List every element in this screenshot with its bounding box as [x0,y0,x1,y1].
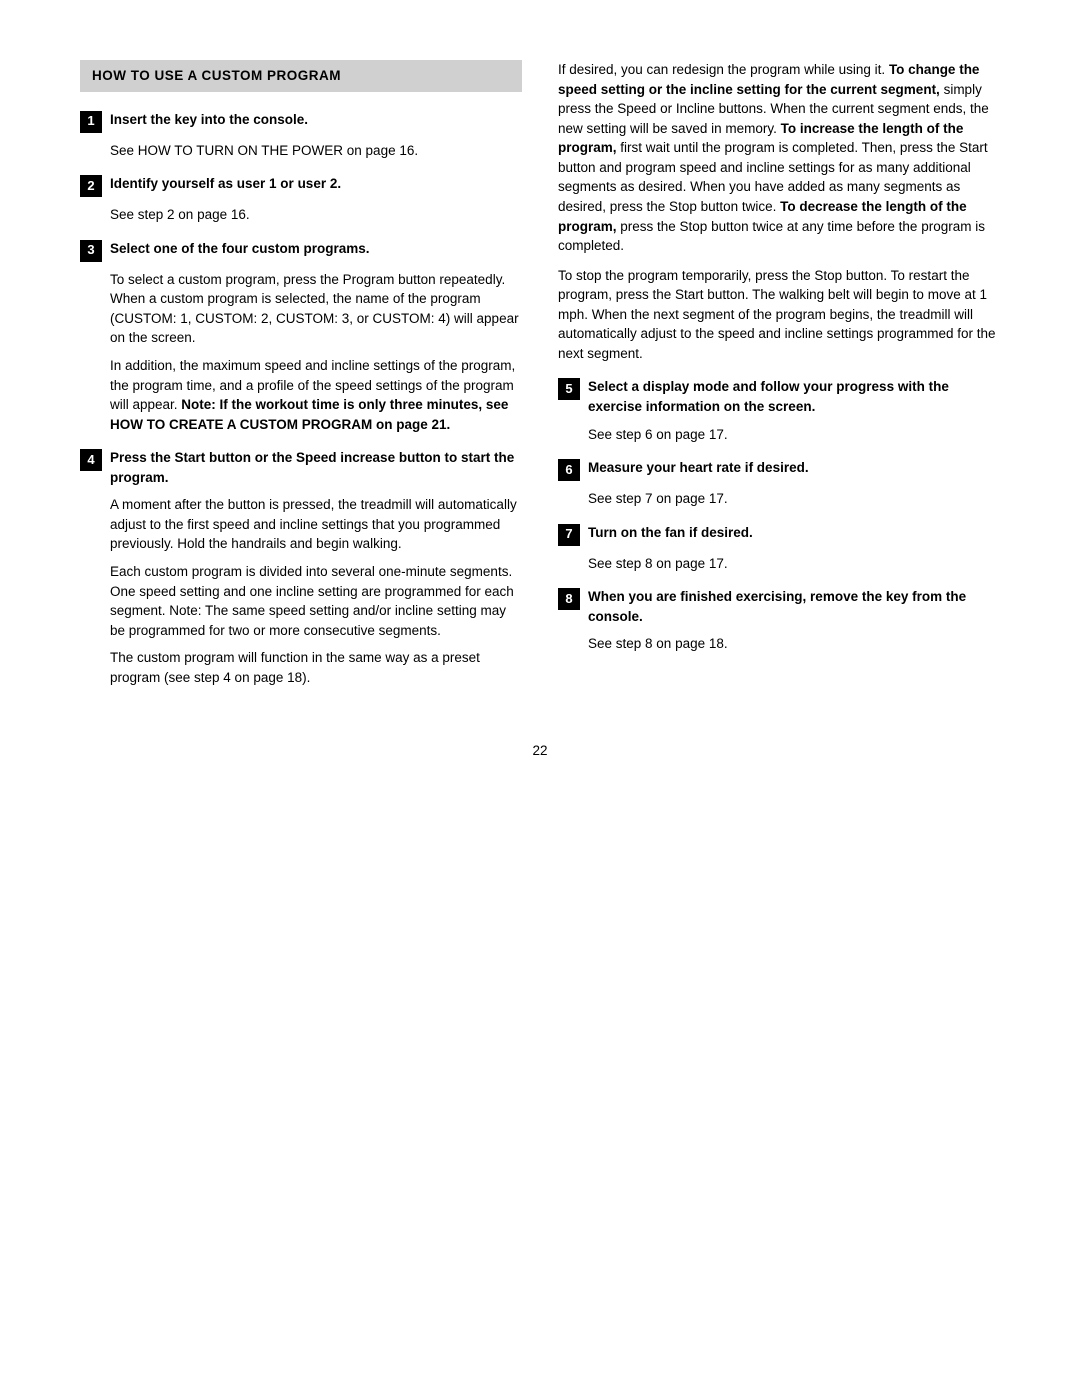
page-number: 22 [80,741,1000,761]
step-8-number: 8 [558,588,580,610]
right-intro-bold-2: To increase the length of the program, [558,121,963,156]
right-intro-bold-3: To decrease the length of the program, [558,199,967,234]
step-8-body: See step 8 on page 18. [588,634,1000,654]
step-3-text-2: In addition, the maximum speed and incli… [110,356,522,434]
right-intro-p1: If desired, you can redesign the program… [558,60,1000,256]
step-6-title: Measure your heart rate if desired. [588,458,809,478]
step-7-number: 7 [558,524,580,546]
step-3-header: 3 Select one of the four custom programs… [80,239,522,262]
step-3-bold-note: Note: If the workout time is only three … [110,397,508,432]
step-2-title: Identify yourself as user 1 or user 2. [110,174,341,194]
step-6-header: 6 Measure your heart rate if desired. [558,458,1000,481]
step-1-number: 1 [80,111,102,133]
step-2-text: See step 2 on page 16. [110,205,522,225]
step-4-number: 4 [80,449,102,471]
step-6-body: See step 7 on page 17. [588,489,1000,509]
step-4-body: A moment after the button is pressed, th… [110,495,522,687]
step-5-body: See step 6 on page 17. [588,425,1000,445]
step-3-body: To select a custom program, press the Pr… [110,270,522,435]
step-4-text-1: A moment after the button is pressed, th… [110,495,522,554]
step-5-text: See step 6 on page 17. [588,425,1000,445]
section-header: HOW TO USE A CUSTOM PROGRAM [80,60,522,92]
step-3-title: Select one of the four custom programs. [110,239,370,259]
right-intro-bold-1: To change the speed setting or the in­cl… [558,62,979,97]
right-column: If desired, you can redesign the program… [558,60,1000,701]
step-1-title: Insert the key into the console. [110,110,308,130]
page: HOW TO USE A CUSTOM PROGRAM 1 Insert the… [0,0,1080,1397]
step-3-text-1: To select a custom program, press the Pr… [110,270,522,348]
step-7-header: 7 Turn on the fan if desired. [558,523,1000,546]
two-column-layout: HOW TO USE A CUSTOM PROGRAM 1 Insert the… [80,60,1000,701]
step-8-header: 8 When you are finished exercising, remo… [558,587,1000,626]
left-column: HOW TO USE A CUSTOM PROGRAM 1 Insert the… [80,60,522,701]
step-4-text-2: Each custom program is divided into seve… [110,562,522,640]
section-title: HOW TO USE A CUSTOM PROGRAM [92,68,341,83]
step-7-body: See step 8 on page 17. [588,554,1000,574]
step-4-header: 4 Press the Start button or the Speed in… [80,448,522,487]
step-2-body: See step 2 on page 16. [110,205,522,225]
step-5-header: 5 Select a display mode and follow your … [558,377,1000,416]
step-2-number: 2 [80,175,102,197]
step-5-title: Select a display mode and follow your pr… [588,377,1000,416]
step-4-text-3: The custom program will function in the … [110,648,522,687]
step-7-text: See step 8 on page 17. [588,554,1000,574]
step-8-title: When you are finished exercising, remove… [588,587,1000,626]
step-6-text: See step 7 on page 17. [588,489,1000,509]
step-3-number: 3 [80,240,102,262]
step-5-number: 5 [558,378,580,400]
step-1-body: See HOW TO TURN ON THE POWER on page 16. [110,141,522,161]
step-1-text: See HOW TO TURN ON THE POWER on page 16. [110,141,522,161]
step-8-text: See step 8 on page 18. [588,634,1000,654]
right-col-intro: If desired, you can redesign the program… [558,60,1000,363]
step-7-title: Turn on the fan if desired. [588,523,753,543]
right-intro-p2: To stop the program temporarily, press t… [558,266,1000,364]
step-1-header: 1 Insert the key into the console. [80,110,522,133]
step-4-title: Press the Start button or the Speed incr… [110,448,522,487]
step-2-header: 2 Identify yourself as user 1 or user 2. [80,174,522,197]
step-6-number: 6 [558,459,580,481]
